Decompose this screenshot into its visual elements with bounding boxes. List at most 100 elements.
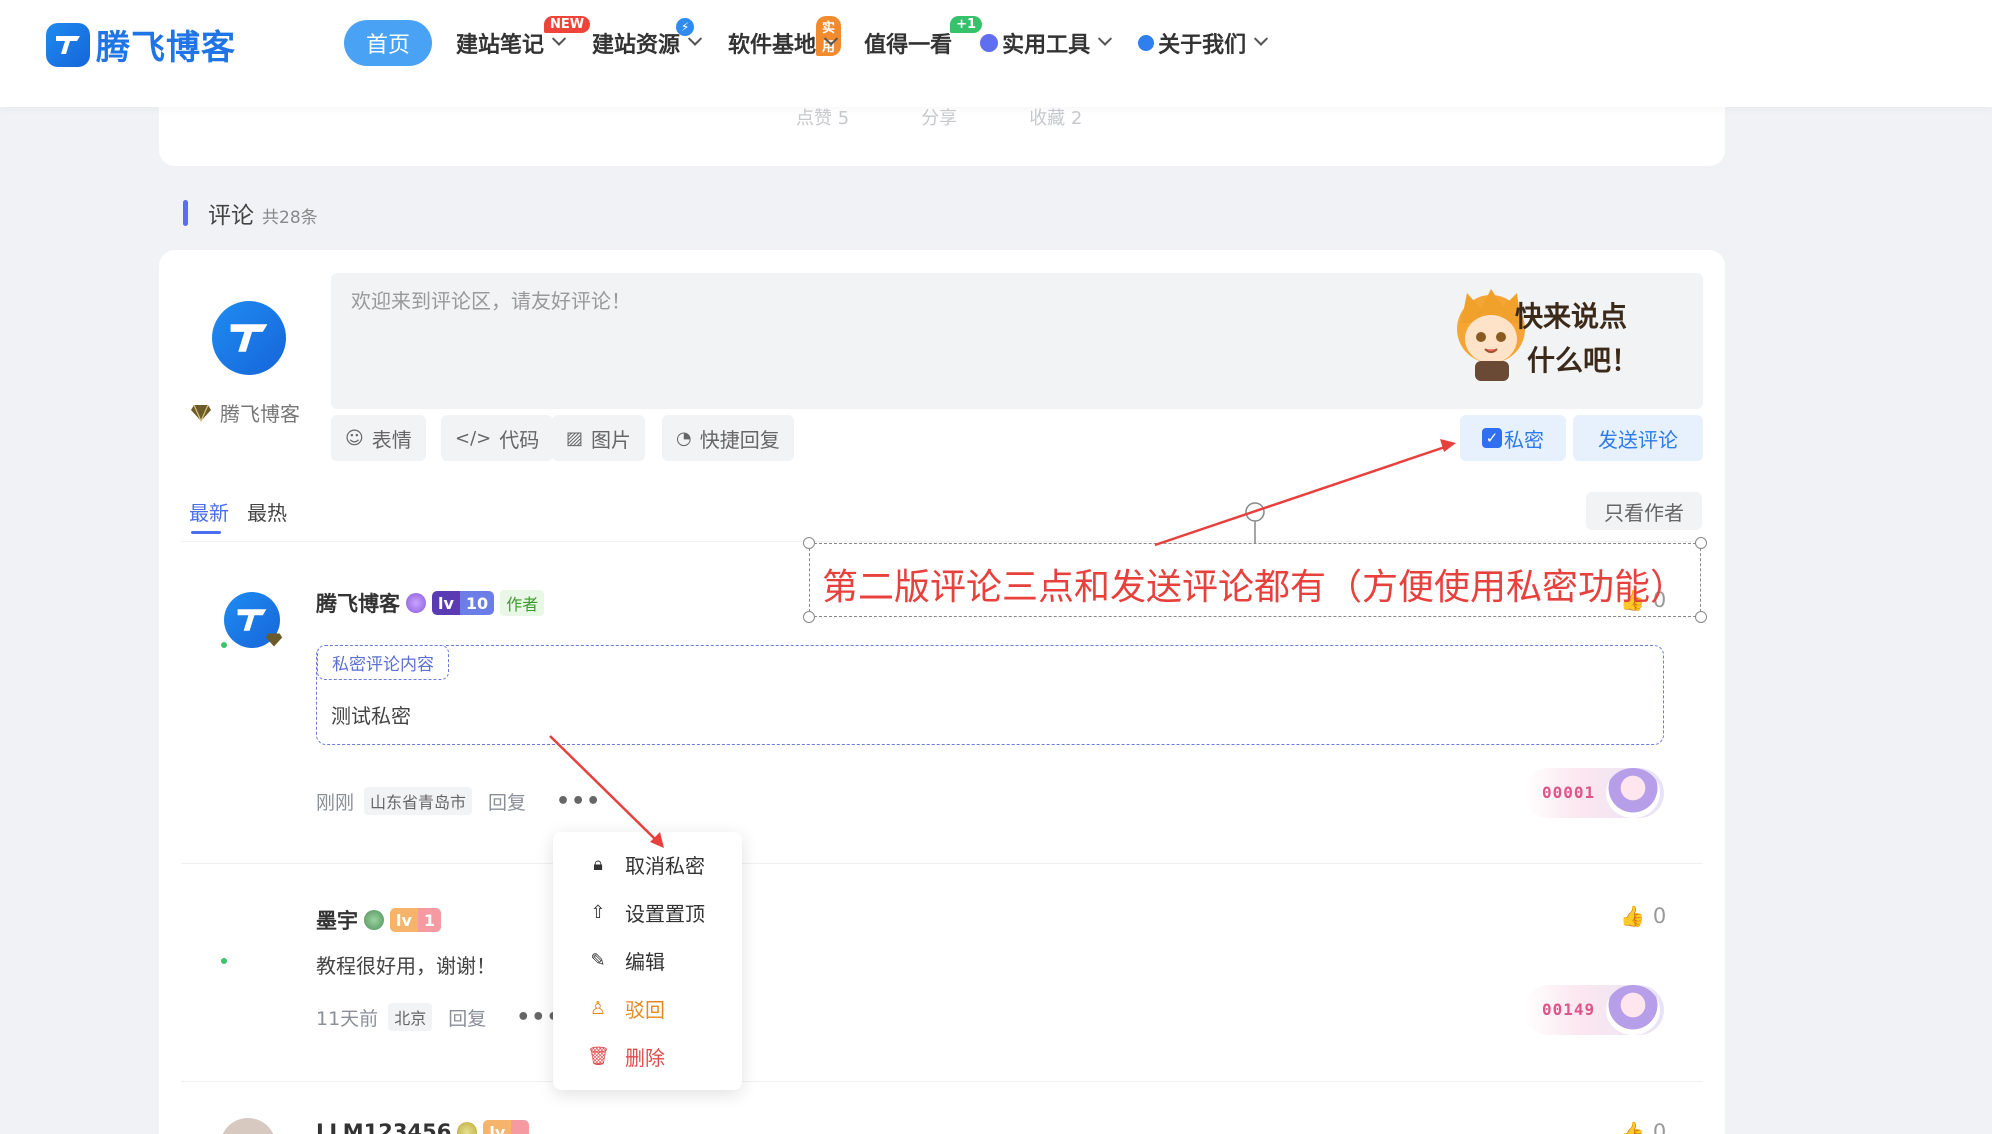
private-toggle[interactable]: ✓ 私密 <box>1460 415 1566 461</box>
anime-avatar-icon <box>1606 985 1660 1035</box>
comment-placeholder: 欢迎来到评论区，请友好评论！ <box>351 289 631 313</box>
menu-item-reject[interactable]: ♙ 驳回 <box>587 994 665 1023</box>
user-number-badge: 00001 <box>1524 768 1664 818</box>
level-badge: lv <box>483 1120 529 1134</box>
private-comment-tag: 私密评论内容 <box>317 645 449 680</box>
comments-count: 共28条 <box>262 208 318 228</box>
image-label: 图片 <box>591 427 632 452</box>
send-comment-label: 发送评论 <box>1598 427 1678 452</box>
plus-one-badge: +1 <box>950 16 983 33</box>
comments-title: 评论 <box>208 203 254 229</box>
comment-author-name[interactable]: LLM123456 <box>316 1120 451 1134</box>
nav-tools-label: 实用工具 <box>1002 33 1091 58</box>
like-count: 0 <box>1652 904 1667 928</box>
comment-meta: 刚刚 山东省青岛市 回复 ••• <box>316 787 601 815</box>
resize-handle <box>803 537 815 549</box>
menu-item-label: 删除 <box>625 1046 665 1070</box>
online-indicator <box>219 640 229 650</box>
emoji-label: 表情 <box>371 427 412 452</box>
comment-content: 测试私密 <box>331 704 411 728</box>
chevron-down-icon <box>1254 31 1269 46</box>
comment-options-menu: 🔒︎ 取消私密 ⇧ 设置置顶 ✎ 编辑 ♙ 驳回 🗑︎ 删除 <box>553 832 742 1090</box>
checkbox-checked-icon: ✓ <box>1482 428 1502 448</box>
diamond-icon <box>191 404 211 422</box>
heading-accent-bar <box>183 200 188 226</box>
diamond-icon <box>265 633 283 647</box>
nav-worth-seeing[interactable]: 值得一看 +1 <box>864 16 983 66</box>
image-icon: ▨ <box>566 427 584 449</box>
menu-item-delete[interactable]: 🗑︎ 删除 <box>587 1042 665 1071</box>
code-icon: </> <box>455 427 492 449</box>
tools-icon <box>980 34 999 52</box>
code-button[interactable]: </> 代码 <box>441 415 554 461</box>
chat-bubble-icon: ◔ <box>676 427 692 449</box>
current-user-avatar[interactable] <box>212 301 286 375</box>
online-indicator <box>219 956 229 966</box>
site-logo[interactable]: 腾飞博客 <box>46 20 236 69</box>
sort-tabs: 最新 最热 <box>189 497 305 534</box>
medal-icon <box>364 910 384 930</box>
like-button[interactable]: 👍 0 <box>1620 904 1666 928</box>
new-badge: NEW <box>544 16 591 33</box>
top-navigation-bar: 腾飞博客 首页 建站笔记 NEW 建站资源 ⚡ 软件基地 实用 值得一看 +1 … <box>0 0 1992 107</box>
chevron-down-icon <box>551 31 567 46</box>
reply-button[interactable]: 回复 <box>488 788 526 815</box>
comment-content: 教程很好用，谢谢！ <box>316 954 496 978</box>
level-badge: lv 1 <box>390 908 442 932</box>
pin-top-icon: ⇧ <box>590 902 606 923</box>
nav-software[interactable]: 软件基地 实用 <box>728 16 842 66</box>
sticker-text-line2: 什么吧！ <box>1526 344 1639 377</box>
user-reject-icon: ♙ <box>589 998 607 1019</box>
main-nav: 首页 建站笔记 NEW 建站资源 ⚡ 软件基地 实用 值得一看 +1 实用工具 … <box>344 16 1294 66</box>
menu-item-cancel-private[interactable]: 🔒︎ 取消私密 <box>587 850 705 879</box>
menu-item-label: 驳回 <box>625 998 665 1022</box>
resize-handle <box>1695 611 1707 623</box>
resize-handle <box>1695 537 1707 549</box>
medal-icon <box>457 1122 478 1134</box>
quick-reply-button[interactable]: ◔ 快捷回复 <box>662 415 794 461</box>
nav-about[interactable]: 关于我们 <box>1138 20 1269 66</box>
edit-icon: ✎ <box>590 950 606 971</box>
like-button[interactable]: 👍 0 <box>1620 1120 1666 1134</box>
comment-location: 北京 <box>388 1003 433 1031</box>
send-comment-button[interactable]: 发送评论 <box>1573 415 1703 461</box>
current-user-name-text: 腾飞博客 <box>220 402 300 426</box>
chevron-down-icon <box>1098 31 1113 46</box>
comment-author-name[interactable]: 腾飞博客 <box>316 588 400 618</box>
quick-reply-label: 快捷回复 <box>699 427 780 452</box>
comment-author-name[interactable]: 墨宇 <box>316 905 358 935</box>
nav-notes[interactable]: 建站笔记 NEW <box>456 16 591 66</box>
favorite-action[interactable]: 收藏 2 <box>1029 104 1082 130</box>
comment-meta: 11天前 北京 回复 ••• <box>316 1003 561 1031</box>
menu-item-label: 设置置顶 <box>625 902 705 926</box>
nav-resources[interactable]: 建站资源 ⚡ <box>592 18 703 66</box>
code-label: 代码 <box>499 427 540 452</box>
image-button[interactable]: ▨ 图片 <box>552 415 646 461</box>
level-value: 10 <box>459 591 495 615</box>
comment-author: 墨宇 lv 1 <box>316 905 442 935</box>
tab-latest[interactable]: 最新 <box>189 497 229 534</box>
nav-worth-seeing-label: 值得一看 <box>864 33 953 58</box>
nav-resources-label: 建站资源 <box>592 33 681 58</box>
like-action[interactable]: 点赞 5 <box>796 104 849 130</box>
trash-icon: 🗑︎ <box>587 1046 610 1067</box>
nav-tools[interactable]: 实用工具 <box>980 20 1113 66</box>
nav-home[interactable]: 首页 <box>344 20 433 66</box>
author-only-button[interactable]: 只看作者 <box>1586 492 1702 530</box>
share-action[interactable]: 分享 <box>921 104 957 130</box>
more-options-button[interactable]: ••• <box>556 789 601 814</box>
menu-item-label: 编辑 <box>625 950 665 974</box>
smile-icon: ☺ <box>345 427 364 449</box>
medal-icon <box>406 593 426 613</box>
comment-textarea[interactable]: 欢迎来到评论区，请友好评论！ 快来说点 什么吧！ <box>331 273 1703 409</box>
menu-item-label: 取消私密 <box>625 854 705 878</box>
divider <box>181 541 1703 542</box>
emoji-button[interactable]: ☺ 表情 <box>331 415 426 461</box>
comment-time: 11天前 <box>316 1007 379 1030</box>
anime-avatar-icon <box>1606 768 1660 818</box>
reply-button[interactable]: 回复 <box>448 1004 486 1031</box>
thumbs-up-icon: 👍 <box>1620 1120 1645 1134</box>
menu-item-pin[interactable]: ⇧ 设置置顶 <box>587 898 705 927</box>
tab-hottest[interactable]: 最热 <box>247 497 287 526</box>
menu-item-edit[interactable]: ✎ 编辑 <box>587 946 665 975</box>
